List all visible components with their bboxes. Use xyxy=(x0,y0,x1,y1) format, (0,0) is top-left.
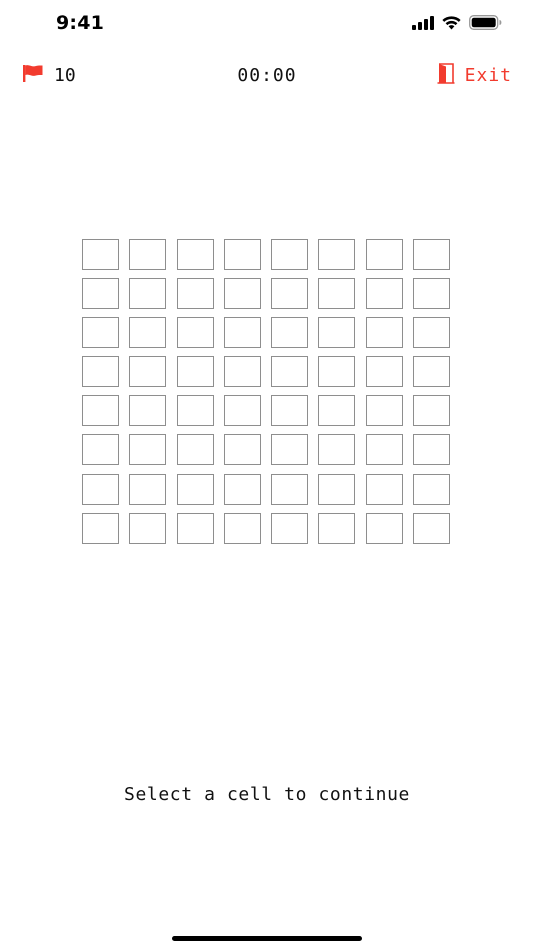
grid-cell[interactable] xyxy=(318,356,356,388)
grid-cell[interactable] xyxy=(318,512,356,544)
grid-cell[interactable] xyxy=(318,395,356,427)
grid-cell[interactable] xyxy=(271,278,309,310)
grid-cell[interactable] xyxy=(176,239,214,270)
grid-cell[interactable] xyxy=(129,356,167,388)
grid-cell[interactable] xyxy=(223,239,261,270)
grid-cell[interactable] xyxy=(223,356,261,388)
grid-cell[interactable] xyxy=(82,317,119,349)
grid-cell[interactable] xyxy=(129,434,167,466)
cellular-signal-icon xyxy=(412,15,434,30)
grid-cell[interactable] xyxy=(223,317,261,349)
grid-cell[interactable] xyxy=(318,239,356,270)
status-time: 9:41 xyxy=(56,12,105,34)
grid-cell[interactable] xyxy=(176,473,214,505)
grid-cell[interactable] xyxy=(271,473,309,505)
home-indicator xyxy=(172,936,362,941)
grid-cell[interactable] xyxy=(413,356,451,388)
grid-cell[interactable] xyxy=(82,239,119,270)
grid-cell[interactable] xyxy=(413,434,451,466)
grid-cell[interactable] xyxy=(129,395,167,427)
grid-cell[interactable] xyxy=(129,278,167,310)
door-icon xyxy=(437,63,455,88)
grid-cell[interactable] xyxy=(223,278,261,310)
exit-label: Exit xyxy=(464,65,512,86)
grid-cell[interactable] xyxy=(176,395,214,427)
grid-cell[interactable] xyxy=(413,395,451,427)
grid-cell[interactable] xyxy=(365,512,403,544)
grid-cell[interactable] xyxy=(82,512,119,544)
game-header: 10 00:00 Exit xyxy=(0,58,534,94)
grid-cell[interactable] xyxy=(365,278,403,310)
grid-cell[interactable] xyxy=(82,473,119,505)
grid-cell[interactable] xyxy=(129,473,167,505)
grid-cell[interactable] xyxy=(223,395,261,427)
grid-cell[interactable] xyxy=(129,239,167,270)
grid-cell[interactable] xyxy=(413,512,451,544)
grid-cell[interactable] xyxy=(176,512,214,544)
grid-cell[interactable] xyxy=(223,473,261,505)
minefield-grid xyxy=(82,239,451,544)
wifi-icon xyxy=(441,15,462,30)
grid-cell[interactable] xyxy=(271,317,309,349)
grid-cell[interactable] xyxy=(82,278,119,310)
grid-cell[interactable] xyxy=(82,395,119,427)
grid-cell[interactable] xyxy=(176,317,214,349)
grid-cell[interactable] xyxy=(413,278,451,310)
grid-cell[interactable] xyxy=(271,512,309,544)
battery-icon xyxy=(469,15,502,30)
grid-cell[interactable] xyxy=(365,317,403,349)
grid-cell[interactable] xyxy=(129,512,167,544)
grid-cell[interactable] xyxy=(365,356,403,388)
grid-cell[interactable] xyxy=(318,317,356,349)
grid-cell[interactable] xyxy=(176,278,214,310)
grid-cell[interactable] xyxy=(365,395,403,427)
grid-cell[interactable] xyxy=(318,434,356,466)
status-icons xyxy=(412,15,502,30)
grid-cell[interactable] xyxy=(223,512,261,544)
instruction-text: Select a cell to continue xyxy=(124,784,410,805)
grid-cell[interactable] xyxy=(82,434,119,466)
grid-cell[interactable] xyxy=(365,473,403,505)
grid-cell[interactable] xyxy=(318,473,356,505)
grid-cell[interactable] xyxy=(271,239,309,270)
status-bar: 9:41 xyxy=(0,0,534,50)
grid-cell[interactable] xyxy=(318,278,356,310)
grid-cell[interactable] xyxy=(223,434,261,466)
grid-cell[interactable] xyxy=(413,239,451,270)
grid-cell[interactable] xyxy=(271,356,309,388)
grid-cell[interactable] xyxy=(365,434,403,466)
grid-cell[interactable] xyxy=(271,395,309,427)
grid-cell[interactable] xyxy=(82,356,119,388)
grid-cell[interactable] xyxy=(271,434,309,466)
grid-cell[interactable] xyxy=(413,317,451,349)
grid-cell[interactable] xyxy=(413,473,451,505)
grid-cell[interactable] xyxy=(176,356,214,388)
grid-cell[interactable] xyxy=(129,317,167,349)
grid-cell[interactable] xyxy=(176,434,214,466)
exit-button[interactable]: Exit xyxy=(437,63,512,88)
grid-cell[interactable] xyxy=(365,239,403,270)
